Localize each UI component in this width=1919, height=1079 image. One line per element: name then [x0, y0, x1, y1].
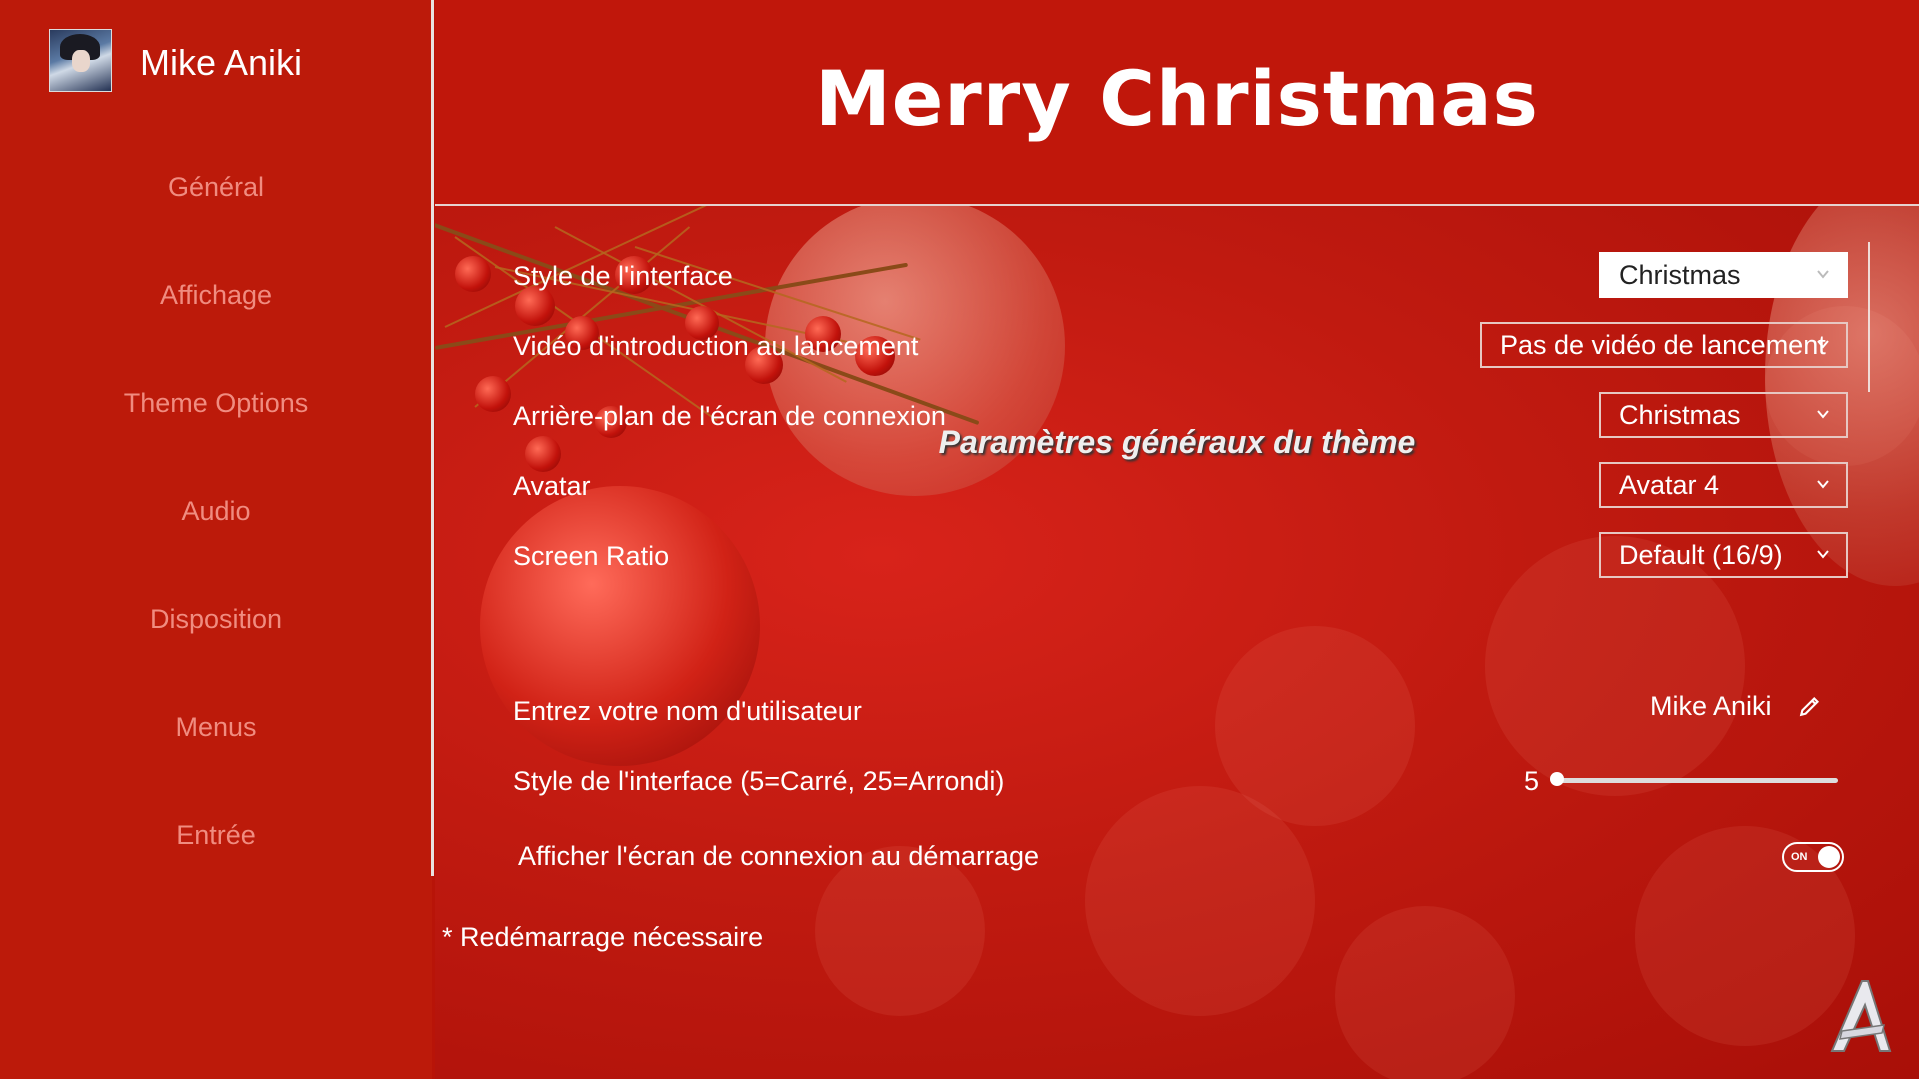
sidebar-item-disposition[interactable]: Disposition	[0, 604, 432, 635]
chevron-down-icon	[1817, 340, 1829, 349]
username-label: Entrez votre nom d'utilisateur	[513, 696, 862, 726]
ui-style-value: 5	[1524, 766, 1540, 796]
chevron-down-icon	[1817, 480, 1829, 489]
chevron-down-icon	[1817, 270, 1829, 279]
avatar-dropdown[interactable]: Avatar 4	[1599, 462, 1848, 508]
toggle-state: ON	[1791, 851, 1808, 863]
theme-section-title: Paramètres généraux du thème	[938, 424, 1416, 460]
screen-ratio-value: Default (16/9)	[1619, 540, 1783, 570]
sidebar-item-theme-options[interactable]: Theme Options	[0, 388, 432, 419]
ui-style-label: Style de l'interface (5=Carré, 25=Arrond…	[513, 766, 1005, 796]
username-value[interactable]: Mike Aniki	[1650, 691, 1772, 722]
interface-style-label: Style de l'interface	[513, 261, 733, 291]
app-logo-icon	[1830, 980, 1892, 1052]
header: Merry Christmas	[435, 0, 1919, 206]
sidebar-item-general[interactable]: Général	[0, 172, 432, 203]
page-title: Merry Christmas	[815, 54, 1539, 143]
avatar-value: Avatar 4	[1619, 470, 1720, 500]
sidebar-divider	[431, 0, 434, 876]
sidebar-item-entree[interactable]: Entrée	[0, 820, 432, 851]
avatar-label: Avatar	[513, 471, 591, 501]
ui-style-slider-track[interactable]	[1557, 778, 1838, 783]
toggle-knob	[1818, 846, 1840, 868]
sidebar-item-affichage[interactable]: Affichage	[0, 280, 432, 311]
ui-style-slider-thumb[interactable]	[1550, 772, 1564, 786]
intro-video-dropdown[interactable]: Pas de vidéo de lancement	[1480, 322, 1848, 368]
user-avatar[interactable]	[49, 29, 112, 92]
intro-video-label: Vidéo d'introduction au lancement	[513, 331, 919, 361]
screen-ratio-dropdown[interactable]: Default (16/9)	[1599, 532, 1848, 578]
user-name: Mike Aniki	[140, 42, 303, 83]
chevron-down-icon	[1817, 550, 1829, 559]
login-screen-toggle[interactable]: ON	[1782, 842, 1844, 872]
interface-style-value: Christmas	[1619, 260, 1741, 290]
interface-style-dropdown[interactable]: Christmas	[1599, 252, 1848, 298]
chevron-down-icon	[1817, 410, 1829, 419]
restart-note: * Redémarrage nécessaire	[442, 922, 764, 952]
sidebar-item-menus[interactable]: Menus	[0, 712, 432, 743]
intro-video-value: Pas de vidéo de lancement	[1500, 330, 1826, 360]
screen-ratio-label: Screen Ratio	[513, 541, 670, 571]
sidebar: Mike Aniki Général Affichage Theme Optio…	[0, 0, 434, 1079]
scrollbar[interactable]	[1868, 242, 1870, 392]
sidebar-item-audio[interactable]: Audio	[0, 496, 432, 527]
login-screen-label: Afficher l'écran de connexion au démarra…	[518, 841, 1039, 871]
pencil-icon[interactable]	[1798, 692, 1824, 718]
